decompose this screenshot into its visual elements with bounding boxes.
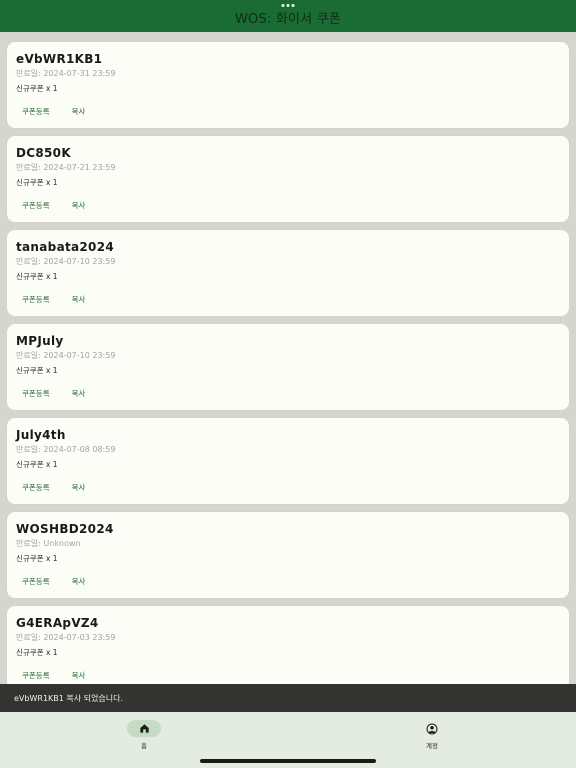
copy-coupon-button[interactable]: 복사 [66,574,92,589]
coupon-card: G4ERApVZ4 만료일: 2024-07-03 23:59 신규쿠폰 x 1… [7,606,569,684]
account-circle-icon [426,723,438,734]
coupon-actions: 쿠폰등록 복사 [16,104,91,119]
snackbar: eVbWR1KB1 복사 되었습니다. [0,684,576,712]
nav-active-indicator [127,720,161,737]
copy-coupon-button[interactable]: 복사 [66,386,92,401]
coupon-reward: 신규쿠폰 x 1 [16,84,58,93]
register-coupon-button[interactable]: 쿠폰등록 [16,104,56,119]
coupon-reward: 신규쿠폰 x 1 [16,460,58,469]
register-coupon-button[interactable]: 쿠폰등록 [16,574,56,589]
coupon-code: tanabata2024 [16,240,114,254]
home-icon [139,724,149,733]
app-window: WOS: 화이서 쿠폰 eVbWR1KB1 만료일: 2024-07-31 23… [0,0,576,768]
coupon-expiry: 만료일: 2024-07-10 23:59 [16,351,116,360]
nav-label-account: 계정 [426,742,438,750]
coupon-card: MPJuly 만료일: 2024-07-10 23:59 신규쿠폰 x 1 쿠폰… [7,324,569,410]
coupon-card: July4th 만료일: 2024-07-08 08:59 신규쿠폰 x 1 쿠… [7,418,569,504]
coupon-expiry: 만료일: 2024-07-21 23:59 [16,163,116,172]
page-title: WOS: 화이서 쿠폰 [235,11,341,27]
coupon-actions: 쿠폰등록 복사 [16,668,91,683]
coupon-card: eVbWR1KB1 만료일: 2024-07-31 23:59 신규쿠폰 x 1… [7,42,569,128]
coupon-code: G4ERApVZ4 [16,616,99,630]
coupon-code: DC850K [16,146,71,160]
copy-coupon-button[interactable]: 복사 [66,668,92,683]
home-indicator-bar[interactable] [200,759,376,763]
snackbar-message: eVbWR1KB1 복사 되었습니다. [14,693,124,703]
coupon-card: tanabata2024 만료일: 2024-07-10 23:59 신규쿠폰 … [7,230,569,316]
copy-coupon-button[interactable]: 복사 [66,198,92,213]
copy-coupon-button[interactable]: 복사 [66,104,92,119]
coupon-reward: 신규쿠폰 x 1 [16,272,58,281]
coupon-code: MPJuly [16,334,64,348]
nav-label-home: 홈 [141,742,147,750]
coupon-expiry: 만료일: 2024-07-08 08:59 [16,445,116,454]
coupon-card: DC850K 만료일: 2024-07-21 23:59 신규쿠폰 x 1 쿠폰… [7,136,569,222]
multitask-dots-icon[interactable] [281,4,295,7]
coupon-actions: 쿠폰등록 복사 [16,292,91,307]
register-coupon-button[interactable]: 쿠폰등록 [16,386,56,401]
coupon-actions: 쿠폰등록 복사 [16,198,91,213]
coupon-card: WOSHBD2024 만료일: Unknown 신규쿠폰 x 1 쿠폰등록 복사 [7,512,569,598]
coupon-expiry: 만료일: 2024-07-03 23:59 [16,633,116,642]
register-coupon-button[interactable]: 쿠폰등록 [16,292,56,307]
register-coupon-button[interactable]: 쿠폰등록 [16,480,56,495]
copy-coupon-button[interactable]: 복사 [66,292,92,307]
nav-icon-holder [415,720,449,737]
register-coupon-button[interactable]: 쿠폰등록 [16,668,56,683]
coupon-expiry: 만료일: 2024-07-10 23:59 [16,257,116,266]
coupon-list[interactable]: eVbWR1KB1 만료일: 2024-07-31 23:59 신규쿠폰 x 1… [0,32,576,684]
app-header: WOS: 화이서 쿠폰 [0,0,576,32]
coupon-actions: 쿠폰등록 복사 [16,386,91,401]
coupon-reward: 신규쿠폰 x 1 [16,366,58,375]
coupon-reward: 신규쿠폰 x 1 [16,648,58,657]
coupon-code: WOSHBD2024 [16,522,114,536]
coupon-reward: 신규쿠폰 x 1 [16,554,58,563]
coupon-actions: 쿠폰등록 복사 [16,574,91,589]
coupon-code: July4th [16,428,66,442]
coupon-expiry: 만료일: 2024-07-31 23:59 [16,69,116,78]
coupon-actions: 쿠폰등록 복사 [16,480,91,495]
coupon-reward: 신규쿠폰 x 1 [16,178,58,187]
register-coupon-button[interactable]: 쿠폰등록 [16,198,56,213]
coupon-expiry: 만료일: Unknown [16,539,81,548]
copy-coupon-button[interactable]: 복사 [66,480,92,495]
coupon-code: eVbWR1KB1 [16,52,103,66]
